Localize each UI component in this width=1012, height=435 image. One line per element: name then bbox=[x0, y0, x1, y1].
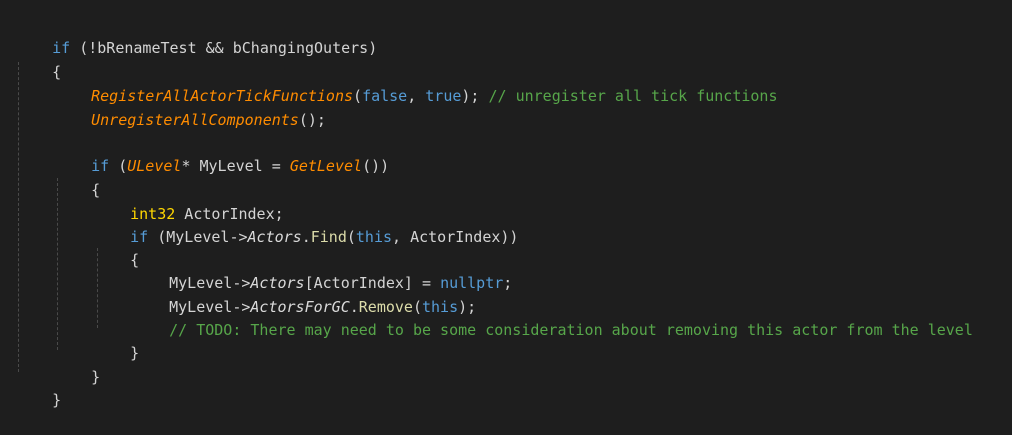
code-line[interactable]: int32 ActorIndex; bbox=[94, 180, 284, 223]
code-line[interactable]: if (!bRenameTest && bChangingOuters) bbox=[16, 14, 377, 57]
method-name: Find bbox=[310, 228, 347, 246]
close-brace: } bbox=[130, 344, 140, 362]
close-brace: } bbox=[52, 391, 62, 409]
member-name: Actors bbox=[247, 228, 302, 246]
code-line[interactable]: } bbox=[55, 343, 100, 386]
code-text: ; bbox=[503, 274, 513, 292]
code-line[interactable]: } bbox=[94, 319, 139, 362]
indent-guide bbox=[18, 62, 19, 372]
code-line[interactable]: { bbox=[55, 156, 100, 199]
code-line[interactable]: UnregisterAllComponents(); bbox=[55, 86, 326, 129]
code-line[interactable]: RegisterAllActorTickFunctions(false, tru… bbox=[55, 62, 777, 105]
keyword: this bbox=[355, 228, 393, 246]
code-line[interactable]: } bbox=[16, 366, 61, 409]
code-text: ( bbox=[346, 228, 356, 246]
keyword: true bbox=[425, 87, 462, 105]
function-name: UnregisterAllComponents bbox=[91, 111, 299, 129]
code-editor[interactable]: if (!bRenameTest && bChangingOuters) { R… bbox=[0, 0, 1012, 409]
code-text: (MyLevel-> bbox=[148, 228, 248, 246]
code-line[interactable]: if (ULevel* MyLevel = GetLevel()) bbox=[55, 132, 389, 175]
code-line[interactable]: if (MyLevel->Actors.Find(this, ActorInde… bbox=[94, 203, 518, 246]
code-text: . bbox=[301, 228, 311, 246]
code-line[interactable]: MyLevel->Actors[ActorIndex] = nullptr; bbox=[133, 249, 512, 292]
code-line[interactable]: // TODO: There may need to be some consi… bbox=[133, 296, 973, 339]
close-brace: } bbox=[91, 368, 101, 386]
code-line[interactable]: { bbox=[94, 226, 139, 269]
code-text: ); bbox=[461, 87, 480, 105]
comment: // unregister all tick functions bbox=[479, 87, 778, 105]
comment: // TODO: There may need to be some consi… bbox=[169, 321, 973, 339]
function-name: GetLevel bbox=[289, 157, 363, 175]
code-text: ( bbox=[109, 157, 128, 175]
code-text: , bbox=[407, 87, 426, 105]
keyword: false bbox=[362, 87, 408, 105]
code-line[interactable]: MyLevel->ActorsForGC.Remove(this); bbox=[133, 273, 476, 316]
code-text: (); bbox=[298, 111, 326, 129]
code-text: , ActorIndex)) bbox=[392, 228, 519, 246]
code-text: ()) bbox=[362, 157, 390, 175]
code-line[interactable]: { bbox=[16, 38, 61, 81]
code-text: ( bbox=[353, 87, 363, 105]
code-text: (!bRenameTest && bChangingOuters) bbox=[70, 39, 378, 57]
code-text: * MyLevel = bbox=[181, 157, 290, 175]
type-name: ULevel bbox=[127, 157, 182, 175]
